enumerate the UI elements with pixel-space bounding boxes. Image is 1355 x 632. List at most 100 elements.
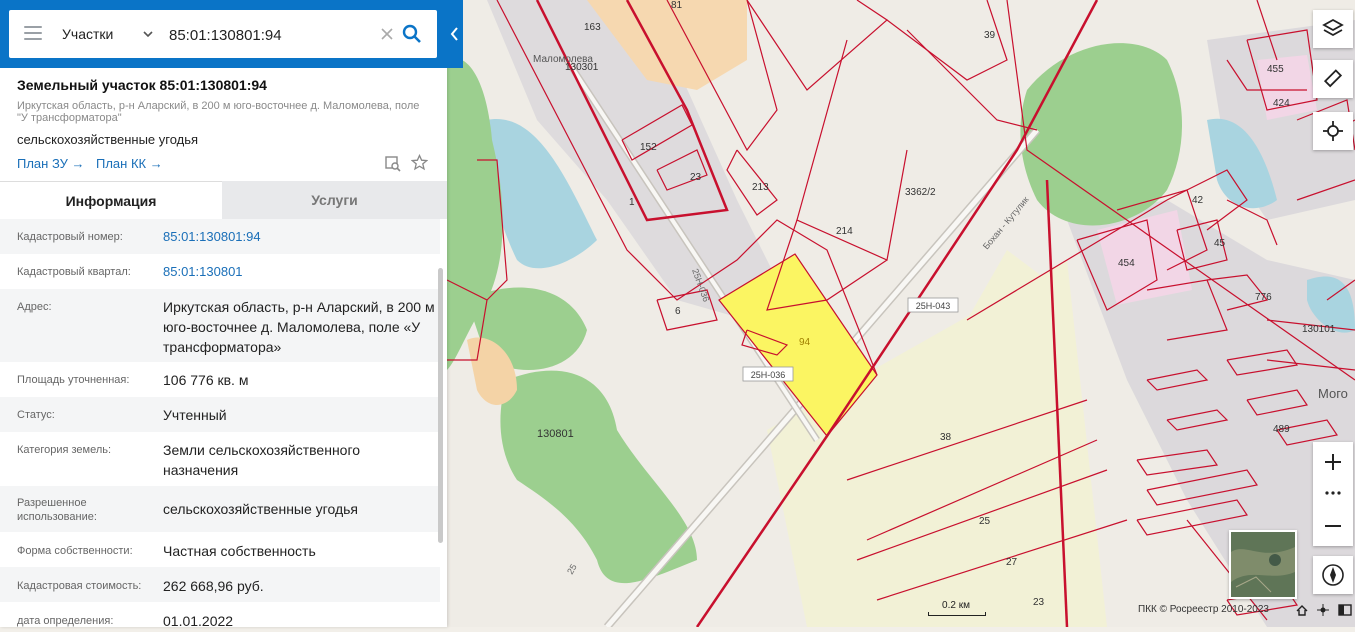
- map-canvas[interactable]: 163 81 39 455 424 130301 Маломолева 152 …: [446, 0, 1355, 630]
- village-label: Маломолева: [533, 54, 593, 65]
- scale-bar: 0.2 км: [928, 600, 986, 616]
- ruler-icon: [1323, 69, 1343, 88]
- map-label-45: 45: [1214, 238, 1226, 249]
- locate-button[interactable]: [1313, 112, 1353, 150]
- pink-building-455: [1257, 55, 1317, 120]
- date-value: 01.01.2022: [163, 613, 234, 627]
- map-label-38: 38: [940, 432, 952, 443]
- road-shield-036: 25Н-036: [742, 366, 794, 382]
- menu-icon[interactable]: [24, 26, 42, 42]
- area-value: 106 776 кв. м: [163, 372, 249, 388]
- scale-line: [928, 612, 986, 616]
- land-category-value: Земли сельскохозяйственного назначения: [163, 442, 361, 478]
- clear-icon[interactable]: [379, 26, 395, 42]
- map-label-1: 1: [629, 197, 635, 208]
- info-row-cadastral-quarter: Кадастровый квартал: 85:01:130801: [0, 254, 440, 289]
- info-row-area: Площадь уточненная: 106 776 кв. м: [0, 362, 440, 397]
- info-label: дата определения:: [17, 615, 114, 627]
- parcel-usage: сельскохозяйственные угодья: [17, 132, 199, 147]
- map-label-130801: 130801: [537, 428, 574, 440]
- panel-scrollbar[interactable]: [438, 268, 443, 543]
- info-row-land-category: Категория земель: Земли сельскохозяйстве…: [0, 432, 440, 486]
- info-row-address: Адрес: Иркутская область, р-н Аларский, …: [0, 289, 440, 362]
- search-type-select[interactable]: Участки: [62, 26, 113, 42]
- chevron-down-icon[interactable]: [142, 28, 154, 40]
- map-label-23: 23: [690, 172, 702, 183]
- info-label: Адрес:: [17, 301, 52, 313]
- cadastral-quarter-link[interactable]: 85:01:130801: [163, 262, 435, 282]
- search-input[interactable]: [167, 22, 381, 48]
- cadastral-map[interactable]: 163 81 39 455 424 130301 Маломолева 152 …: [446, 0, 1355, 630]
- info-row-cadastral-number: Кадастровый номер: 85:01:130801:94: [0, 219, 440, 254]
- status-value: Учтенный: [163, 407, 227, 423]
- compass-button[interactable]: [1313, 556, 1353, 594]
- info-label: Форма собственности:: [17, 545, 133, 557]
- map-label-27: 27: [1006, 557, 1018, 568]
- svg-text:25Н-036: 25Н-036: [751, 370, 786, 380]
- map-label-6: 6: [675, 306, 681, 317]
- map-label-489: 489: [1273, 424, 1290, 435]
- zoom-in-button[interactable]: [1313, 442, 1353, 480]
- tab-services[interactable]: Услуги: [222, 181, 447, 219]
- copyright-text: ПКК © Росреестр 2010-2023: [1138, 604, 1269, 615]
- plan-kk-link[interactable]: План КК →: [96, 156, 163, 171]
- collapse-panel-icon[interactable]: [447, 20, 463, 48]
- panel-tabs: Информация Услуги: [0, 181, 447, 220]
- map-label-213: 213: [752, 182, 769, 193]
- map-label-776: 776: [1255, 292, 1272, 303]
- info-label: Статус:: [17, 409, 55, 421]
- info-label: Кадастровый номер:: [17, 231, 123, 243]
- basemap-thumbnail[interactable]: [1229, 530, 1297, 599]
- map-label-454: 454: [1118, 258, 1135, 269]
- parcel-address-short: Иркутская область, р-н Аларский, в 200 м…: [17, 100, 420, 124]
- search-icon[interactable]: [401, 23, 423, 45]
- ruler-button[interactable]: [1313, 60, 1353, 98]
- map-label-39: 39: [984, 30, 996, 41]
- ownership-value: Частная собственность: [163, 543, 316, 559]
- compass-icon: [1322, 564, 1344, 586]
- map-label-25: 25: [979, 516, 991, 527]
- info-label: Категория земель:: [17, 444, 112, 456]
- info-label: Разрешенное использование:: [17, 497, 97, 523]
- view-on-map-icon[interactable]: [384, 155, 401, 172]
- panel-icon[interactable]: [1338, 604, 1352, 616]
- search-bar: Участки: [0, 0, 463, 68]
- info-row-cadastral-value: Кадастровая стоимость: 262 668,96 руб.: [0, 567, 440, 602]
- map-label-81: 81: [671, 0, 683, 11]
- crosshair-icon: [1323, 121, 1343, 141]
- layers-button[interactable]: [1313, 10, 1353, 48]
- cadastral-value: 262 668,96 руб.: [163, 578, 264, 594]
- road-shield-043: 25Н-043: [907, 297, 959, 313]
- map-label-3362-2: 3362/2: [905, 187, 936, 198]
- more-icon[interactable]: [1325, 491, 1341, 495]
- search-box: Участки: [9, 10, 437, 58]
- info-label: Кадастровая стоимость:: [17, 580, 142, 592]
- locate-small-icon[interactable]: [1317, 604, 1329, 616]
- info-row-date: дата определения: 01.01.2022: [0, 602, 440, 627]
- home-icon[interactable]: [1296, 605, 1308, 616]
- parcel-title: Земельный участок 85:01:130801:94: [17, 77, 267, 93]
- zoom-control: [1313, 442, 1353, 546]
- info-panel: Земельный участок 85:01:130801:94 Иркутс…: [0, 0, 447, 627]
- plan-zu-link[interactable]: План ЗУ →: [17, 156, 85, 171]
- map-label-163: 163: [584, 22, 601, 33]
- map-label-94: 94: [799, 337, 811, 348]
- favorite-star-icon[interactable]: [411, 154, 428, 171]
- address-value: Иркутская область, р-н Аларский, в 200 м…: [163, 299, 435, 355]
- permitted-use-value: сельскохозяйственные угодья: [163, 501, 358, 517]
- info-label: Площадь уточненная:: [17, 374, 130, 386]
- satellite-preview: [1231, 532, 1295, 597]
- scale-label: 0.2 км: [942, 600, 970, 611]
- town-label-mogo: Мого: [1318, 386, 1348, 401]
- cadastral-number-link[interactable]: 85:01:130801:94: [163, 227, 435, 247]
- map-label-424: 424: [1273, 98, 1290, 109]
- tab-information[interactable]: Информация: [0, 181, 222, 220]
- layers-icon: [1322, 18, 1344, 37]
- svg-text:25Н-043: 25Н-043: [916, 301, 951, 311]
- info-row-status: Статус: Учтенный: [0, 397, 440, 432]
- map-label-455: 455: [1267, 64, 1284, 75]
- zoom-out-button[interactable]: [1313, 506, 1353, 546]
- info-label: Кадастровый квартал:: [17, 266, 131, 278]
- map-footer-icons: [1294, 602, 1354, 618]
- map-label-42: 42: [1192, 195, 1204, 206]
